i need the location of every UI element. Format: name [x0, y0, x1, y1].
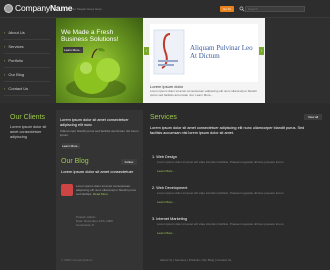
blog-read-more-link[interactable]: Read More	[93, 192, 108, 196]
service-learn-more-link[interactable]: Learn More...	[157, 200, 175, 204]
go-button[interactable]: Go To	[220, 6, 234, 12]
blog-follow-button[interactable]: Follow	[121, 159, 137, 165]
blog-heading[interactable]: Lorem ipsum dolor sit amet consectetuer	[61, 169, 141, 174]
blog-meta: Posted: Admin Date: December 12th, 2009 …	[76, 215, 113, 227]
sidebar-item-contact[interactable]: › Contact Us	[4, 82, 50, 96]
clients-title: Our Clients	[10, 114, 46, 121]
sidebar-item-label: Our Blog	[8, 72, 25, 77]
sidebar-item-label: About Us	[8, 30, 25, 35]
slider-prev-button[interactable]: ‹	[144, 47, 149, 55]
center-heading: Lorem ipsum dolor sit amet consectetuer …	[60, 118, 129, 127]
chevron-right-icon: ›	[4, 58, 6, 63]
service-desc: Lorem ipsum dolor sit amet elit vitae in…	[157, 160, 285, 164]
center-learn-more-button[interactable]: Learn More...	[62, 143, 80, 149]
service-title[interactable]: 1. Web Design	[152, 155, 177, 159]
sidebar-item-services[interactable]: › Services	[4, 40, 50, 54]
center-text: Ullamcorper blandit purus sed facilisis …	[60, 129, 139, 137]
slider-next-button[interactable]: ›	[259, 47, 264, 55]
chevron-right-icon: ›	[4, 72, 6, 77]
service-learn-more-link[interactable]: Learn More...	[157, 169, 175, 173]
hero-title: We Made a Fresh Business Solutions!	[61, 29, 119, 43]
logo-text-bold: Name	[49, 3, 73, 13]
chevron-right-icon: ›	[4, 30, 6, 35]
services-view-all-button[interactable]: View all	[304, 114, 322, 120]
logo-text[interactable]: CompanyName	[15, 3, 73, 13]
avatar	[61, 184, 73, 196]
clients-text: Lorem ipsum dolor sit amet consectetuer …	[10, 125, 47, 139]
service-learn-more-link[interactable]: Learn More...	[157, 231, 175, 235]
sidebar-item-about[interactable]: › About Us	[4, 26, 50, 40]
chevron-right-icon: ›	[4, 44, 6, 49]
sidebar: › About Us › Services › Portfolio › Our Blog…	[0, 18, 56, 103]
sidebar-item-label: Contact Us	[8, 86, 29, 91]
right-panel	[265, 18, 330, 103]
hero-learn-more-button[interactable]: Learn More...	[63, 47, 83, 53]
sidebar-item-label: Portfolio	[8, 58, 24, 63]
blog-text: Lorem ipsum dolor sit amet consectetuer …	[76, 184, 140, 196]
service-title[interactable]: 3. Internet Marketing	[152, 217, 187, 221]
slide-title: Aliquam Pulvinar Leo At Dictum	[190, 44, 253, 60]
chevron-right-icon: ›	[4, 86, 6, 91]
service-title[interactable]: 2. Web Development	[152, 186, 187, 190]
services-intro: Lorem ipsum dolor sit amet consectetuer …	[150, 126, 305, 135]
search-input[interactable]	[245, 6, 305, 12]
slogan: Your Slogan Goes Here	[70, 7, 102, 11]
blog-title: Our Blog	[61, 158, 89, 165]
logo-icon	[4, 4, 13, 13]
service-desc: Lorem ipsum dolor sit amet elit vitae in…	[157, 191, 285, 195]
service-desc: Lorem ipsum dolor sit amet elit vitae in…	[157, 222, 285, 226]
sidebar-item-label: Services	[8, 44, 24, 49]
logo-text-regular: Company	[15, 3, 50, 13]
footer-copyright: © 2009 CompanyName	[61, 258, 93, 262]
sidebar-item-portfolio[interactable]: › Portfolio	[4, 54, 50, 68]
services-title: Services	[150, 114, 177, 121]
sidebar-item-blog[interactable]: › Our Blog	[4, 68, 50, 82]
footer-nav[interactable]: About Us | Services | Portfolio | Our Bl…	[160, 258, 325, 262]
slider-text: Lorem ipsum dolor sit amet consectetuer …	[150, 89, 257, 97]
